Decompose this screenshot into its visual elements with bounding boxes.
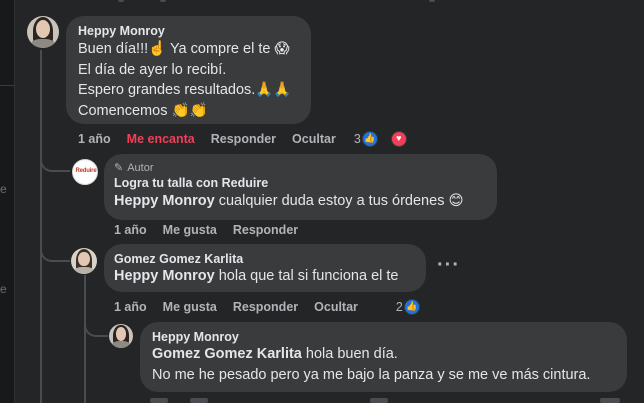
comment-line: El día de ayer lo recibí.: [78, 61, 227, 78]
avatar[interactable]: [109, 324, 133, 348]
comment-bubble: Heppy Monroy Gomez Gomez Karlita hola bu…: [140, 322, 627, 392]
comment-bubble: Heppy Monroy Buen día!!!☝️ Ya compre el …: [66, 16, 311, 124]
hide-link[interactable]: Ocultar: [314, 300, 358, 314]
thread-branch: [40, 150, 70, 172]
clipped-bottom-action: [190, 398, 208, 403]
avatar[interactable]: Reduire: [72, 159, 98, 185]
comment-text: Heppy Monroy cualquier duda estoy a tus …: [114, 191, 487, 212]
comment-body: cualquier duda estoy a tus órdenes 😊: [218, 193, 464, 209]
love-reaction-link[interactable]: Me encanta: [127, 132, 195, 146]
comment-text: Gomez Gomez Karlita hola buen día.: [152, 344, 615, 365]
comment-author[interactable]: Heppy Monroy: [78, 24, 299, 38]
comment-timestamp[interactable]: 1 año: [114, 300, 147, 314]
thread-branch: [40, 240, 70, 262]
gutter-text: e: [0, 282, 7, 296]
clipped-bottom-action: [370, 398, 388, 403]
comment-author[interactable]: Logra tu talla con Reduire: [114, 176, 487, 190]
clipped-top-action: [160, 0, 166, 2]
comment-line: Buen día!!!☝️ Ya compre el te 😱: [78, 41, 290, 57]
comment-line: Espero grandes resultados.🙏🙏: [78, 82, 292, 98]
more-options-icon[interactable]: ···: [437, 254, 460, 277]
comment-body: hola que tal si funciona el te: [218, 268, 399, 284]
comment-text: Buen día!!!☝️ Ya compre el te 😱 El día d…: [78, 39, 299, 121]
comment-actions: 1 año Me gusta Responder: [114, 223, 314, 237]
like-reaction-icon: 👍: [361, 131, 378, 147]
reaction-count: 2: [395, 300, 403, 314]
gutter-text: e: [0, 182, 7, 196]
comment-author[interactable]: Heppy Monroy: [152, 330, 615, 344]
reaction-count: 3: [353, 132, 361, 146]
thread-line-nested: [84, 275, 86, 403]
avatar[interactable]: [71, 248, 97, 274]
clipped-bottom-action: [600, 398, 620, 403]
mention-link[interactable]: Heppy Monroy: [114, 268, 215, 284]
left-gutter: e e: [0, 0, 15, 403]
gutter-divider: [0, 85, 15, 86]
comment-actions: 1 año Me encanta Responder Ocultar 3 👍 ♥: [78, 131, 423, 147]
reply-link[interactable]: Responder: [233, 223, 298, 237]
like-link[interactable]: Me gusta: [163, 300, 217, 314]
pencil-icon: ✎: [114, 162, 124, 174]
clipped-bottom-action: [150, 398, 168, 403]
thread-line-main: [40, 50, 42, 403]
reply-link[interactable]: Responder: [211, 132, 276, 146]
love-reaction-icon: ♥: [390, 131, 407, 147]
comment-bubble: Gomez Gomez Karlita Heppy Monroy hola qu…: [104, 244, 426, 292]
reaction-summary[interactable]: 3 👍 ♥: [354, 131, 423, 147]
avatar-logo-text: Reduire: [75, 168, 97, 174]
like-link[interactable]: Me gusta: [163, 223, 217, 237]
comment-bubble: ✎ Autor Logra tu talla con Reduire Heppy…: [104, 154, 497, 220]
clipped-top-action: [118, 0, 124, 2]
avatar[interactable]: [27, 16, 59, 48]
thread-branch: [84, 315, 108, 337]
comment-timestamp[interactable]: 1 año: [78, 132, 111, 146]
comment-timestamp[interactable]: 1 año: [114, 223, 147, 237]
comment-text: Heppy Monroy hola que tal si funciona el…: [114, 266, 416, 287]
clipped-top-action: [429, 0, 435, 2]
reaction-summary[interactable]: 2 👍: [396, 299, 436, 315]
mention-link[interactable]: Heppy Monroy: [114, 193, 215, 209]
author-badge: ✎ Autor: [114, 161, 487, 175]
comment-body: hola buen día.: [305, 346, 398, 362]
author-badge-label: Autor: [127, 161, 154, 174]
mention-link[interactable]: Gomez Gomez Karlita: [152, 346, 302, 362]
reply-link[interactable]: Responder: [233, 300, 298, 314]
comment-author[interactable]: Gomez Gomez Karlita: [114, 252, 416, 266]
hide-link[interactable]: Ocultar: [292, 132, 336, 146]
comment-actions: 1 año Me gusta Responder Ocultar 2 👍: [114, 299, 436, 315]
like-reaction-icon: 👍: [403, 299, 420, 315]
comment-text-line: No me he pesado pero ya me bajo la panza…: [152, 366, 591, 383]
comment-line: Comencemos 👏👏: [78, 102, 208, 119]
